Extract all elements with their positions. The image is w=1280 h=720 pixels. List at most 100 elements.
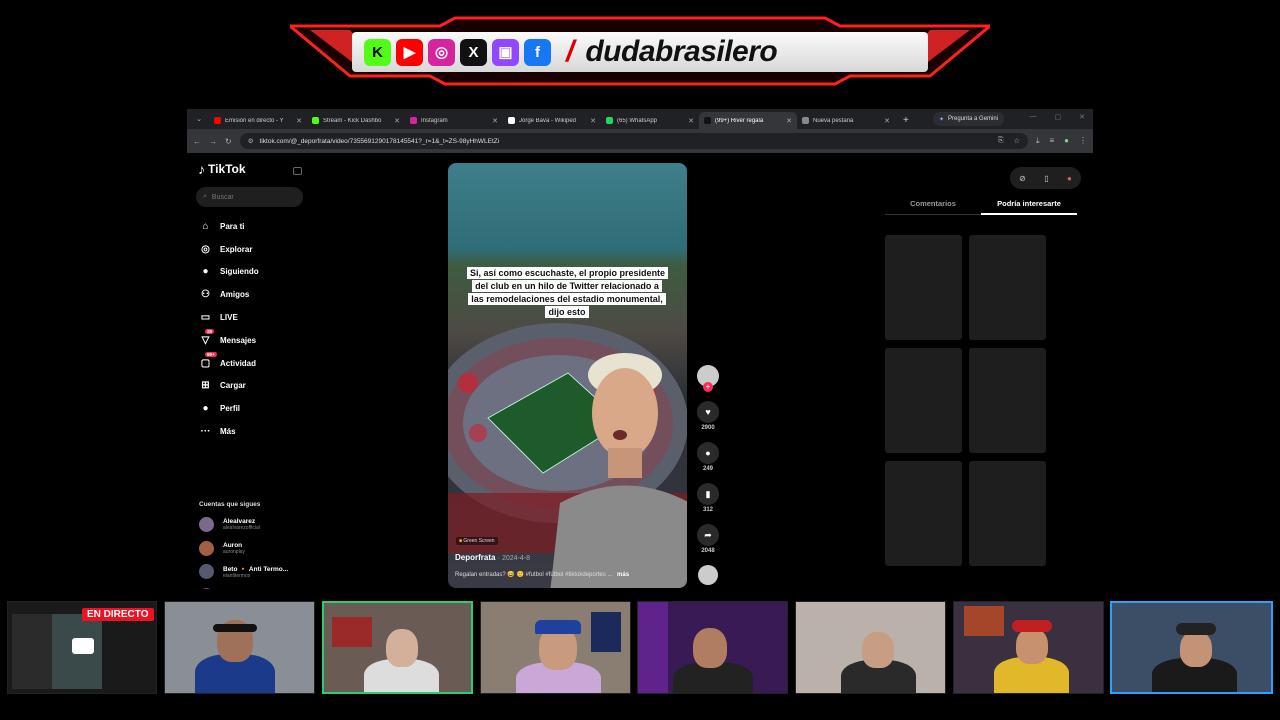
presenter-image [550, 353, 687, 588]
more-icon: ··· [200, 426, 211, 438]
url-text: tiktok.com/@_deporfrata/video/7355691290… [259, 137, 500, 145]
forward-icon[interactable]: → [209, 137, 217, 146]
menu-dots-icon[interactable]: ⋮ [1079, 136, 1087, 146]
share-button[interactable]: ➦ [697, 524, 719, 546]
browser-tab[interactable]: Instagram ✕ [405, 112, 503, 129]
sidebar-item-label: Más [220, 427, 236, 437]
author-name[interactable]: Deporfrata [455, 553, 495, 562]
sidebar-item-perfil[interactable]: ● Perfil [199, 397, 259, 420]
collapse-sidebar-icon[interactable] [293, 167, 302, 175]
new-tab-button[interactable]: + [903, 115, 909, 126]
sidebar-item-label: Para ti [220, 221, 245, 231]
account-handle: auronplay [223, 548, 245, 555]
sidebar-item-mensajes[interactable]: ▽ 39 Mensajes [199, 328, 259, 352]
search-input[interactable]: ⌕ Buscar [196, 187, 303, 207]
sidebar-item-actividad[interactable]: ▢ 99+ Actividad [199, 351, 259, 375]
browser-tab[interactable]: Nueva pestaña ✕ [797, 112, 895, 129]
no-entry-icon[interactable]: ⊘ [1019, 174, 1026, 183]
video-caption: Si, así como escuchaste, el propio presi… [467, 267, 669, 319]
tab-close-icon[interactable]: ✕ [688, 117, 694, 125]
browser-tab[interactable]: Stream - Kick Dashbo ✕ [307, 112, 405, 129]
tab-favicon-icon [802, 117, 809, 124]
live-badge: EN DIRECTO [82, 608, 154, 621]
following-account[interactable]: Alealvarez alealvarezofficial [199, 517, 260, 532]
phone-icon[interactable]: ▯ [1044, 174, 1048, 183]
gemini-label: Pregunta a Gemini [948, 116, 999, 122]
streamer-name: dudabrasilero [585, 35, 778, 68]
reload-icon[interactable]: ↻ [225, 137, 232, 146]
tab-comments[interactable]: Comentarios [885, 193, 981, 215]
tab-close-icon[interactable]: ✕ [786, 117, 792, 125]
facebook-icon: f [524, 38, 551, 66]
tab-close-icon[interactable]: ✕ [590, 117, 596, 125]
video-author[interactable]: Deporfrata · 2024-4-8 [455, 553, 530, 562]
tiktok-logo[interactable]: ♪ TikTok [198, 161, 246, 177]
minimize-icon[interactable]: — [1030, 113, 1037, 121]
screen-preview [12, 614, 52, 689]
suggestion-thumb[interactable] [969, 235, 1046, 340]
media-icon[interactable]: ≡ [1049, 136, 1054, 146]
tab-title: Nueva pestaña [813, 117, 854, 124]
close-window-icon[interactable]: ✕ [1079, 113, 1085, 121]
tab-close-icon[interactable]: ✕ [884, 117, 890, 125]
tab-suggestions[interactable]: Podría interesarte [981, 193, 1077, 215]
webcam-guest-2 [322, 601, 473, 694]
suggestion-thumb[interactable] [969, 348, 1046, 453]
more-link[interactable]: más [617, 572, 629, 578]
youtube-icon: ▶ [396, 38, 423, 66]
save-button[interactable]: ▮ [697, 483, 719, 505]
profile-icon: ● [202, 403, 209, 415]
translate-icon[interactable]: ⎘ [998, 137, 1004, 145]
browser-tab[interactable]: Emisión en directo - Y ✕ [209, 112, 307, 129]
tab-search-icon[interactable]: ⌄ [191, 111, 207, 127]
video-player[interactable]: Si, así como escuchaste, el propio presi… [448, 163, 687, 588]
search-icon: ⌕ [203, 193, 207, 200]
comment-button[interactable]: ● [697, 442, 719, 464]
banner-slash: / [566, 35, 575, 68]
video-actions: + ♥ 2900 ● 249 ▮ 312 ➦ 2048 [695, 365, 721, 589]
browser-tab[interactable]: (99+) River regala ✕ [699, 112, 797, 129]
user-avatar-icon[interactable]: ● [1067, 174, 1072, 183]
sidebar-item-para-ti[interactable]: ⌂ Para ti [199, 215, 259, 238]
creator-avatar[interactable]: + [697, 365, 719, 392]
sidebar-item-label: LIVE [220, 313, 238, 323]
url-field[interactable]: ⚙ tiktok.com/@_deporfrata/video/73556912… [239, 133, 1028, 149]
follow-plus-icon[interactable]: + [703, 382, 713, 392]
sidebar-item-explorar[interactable]: ◎ Explorar [199, 238, 259, 261]
webcam-guest-3 [480, 601, 631, 694]
suggestion-thumb[interactable] [885, 461, 962, 566]
following-account[interactable]: Beto 🔸 Anti Termo... elantitermos [199, 564, 288, 580]
like-count: 2900 [701, 425, 715, 431]
sidebar-item-m-s[interactable]: ··· Más [199, 420, 259, 443]
bookmark-star-icon[interactable]: ☆ [1014, 137, 1020, 145]
tab-favicon-icon [312, 117, 319, 124]
following-account[interactable]: Auron auronplay [199, 540, 245, 556]
suggestion-thumb[interactable] [885, 235, 962, 340]
browser-tab[interactable]: (65) WhatsApp ✕ [601, 112, 699, 129]
maximize-icon[interactable]: ▢ [1055, 113, 1062, 121]
sidebar-item-siguiendo[interactable]: ● Siguiendo [199, 261, 258, 284]
tab-close-icon[interactable]: ✕ [296, 117, 302, 125]
browser-tab[interactable]: Jorge Bava - Wikiped ✕ [503, 112, 601, 129]
account-handle: alealvarezofficial [223, 525, 260, 531]
tab-close-icon[interactable]: ✕ [492, 117, 498, 125]
following-account[interactable]: Gary Delphin clipsgarydelphinclips [199, 588, 280, 589]
messages-icon: ▽ [201, 334, 210, 346]
download-icon[interactable]: ⤓ [1036, 136, 1040, 146]
sidebar-item-cargar[interactable]: ⊞ Cargar [199, 375, 259, 398]
tab-close-icon[interactable]: ✕ [394, 117, 400, 125]
profile-avatar-icon[interactable]: ● [1064, 136, 1069, 146]
gemini-button[interactable]: ✦ Pregunta a Gemini [933, 112, 1005, 126]
like-button[interactable]: ♥ [697, 401, 719, 423]
sidebar-item-live[interactable]: ▭ LIVE [199, 306, 259, 329]
sidebar-item-amigos[interactable]: ⚇ Amigos [199, 283, 259, 306]
avatar [199, 588, 214, 589]
suggestion-thumb[interactable] [885, 348, 962, 453]
tab-title: Instagram [421, 117, 448, 124]
back-icon[interactable]: ← [193, 137, 201, 146]
music-disc-icon[interactable] [698, 565, 718, 585]
window-controls: — ▢ ✕ [1030, 113, 1086, 121]
tab-title: (65) WhatsApp [617, 117, 658, 124]
suggestion-thumb[interactable] [969, 461, 1046, 566]
site-info-icon[interactable]: ⚙ [248, 137, 254, 145]
